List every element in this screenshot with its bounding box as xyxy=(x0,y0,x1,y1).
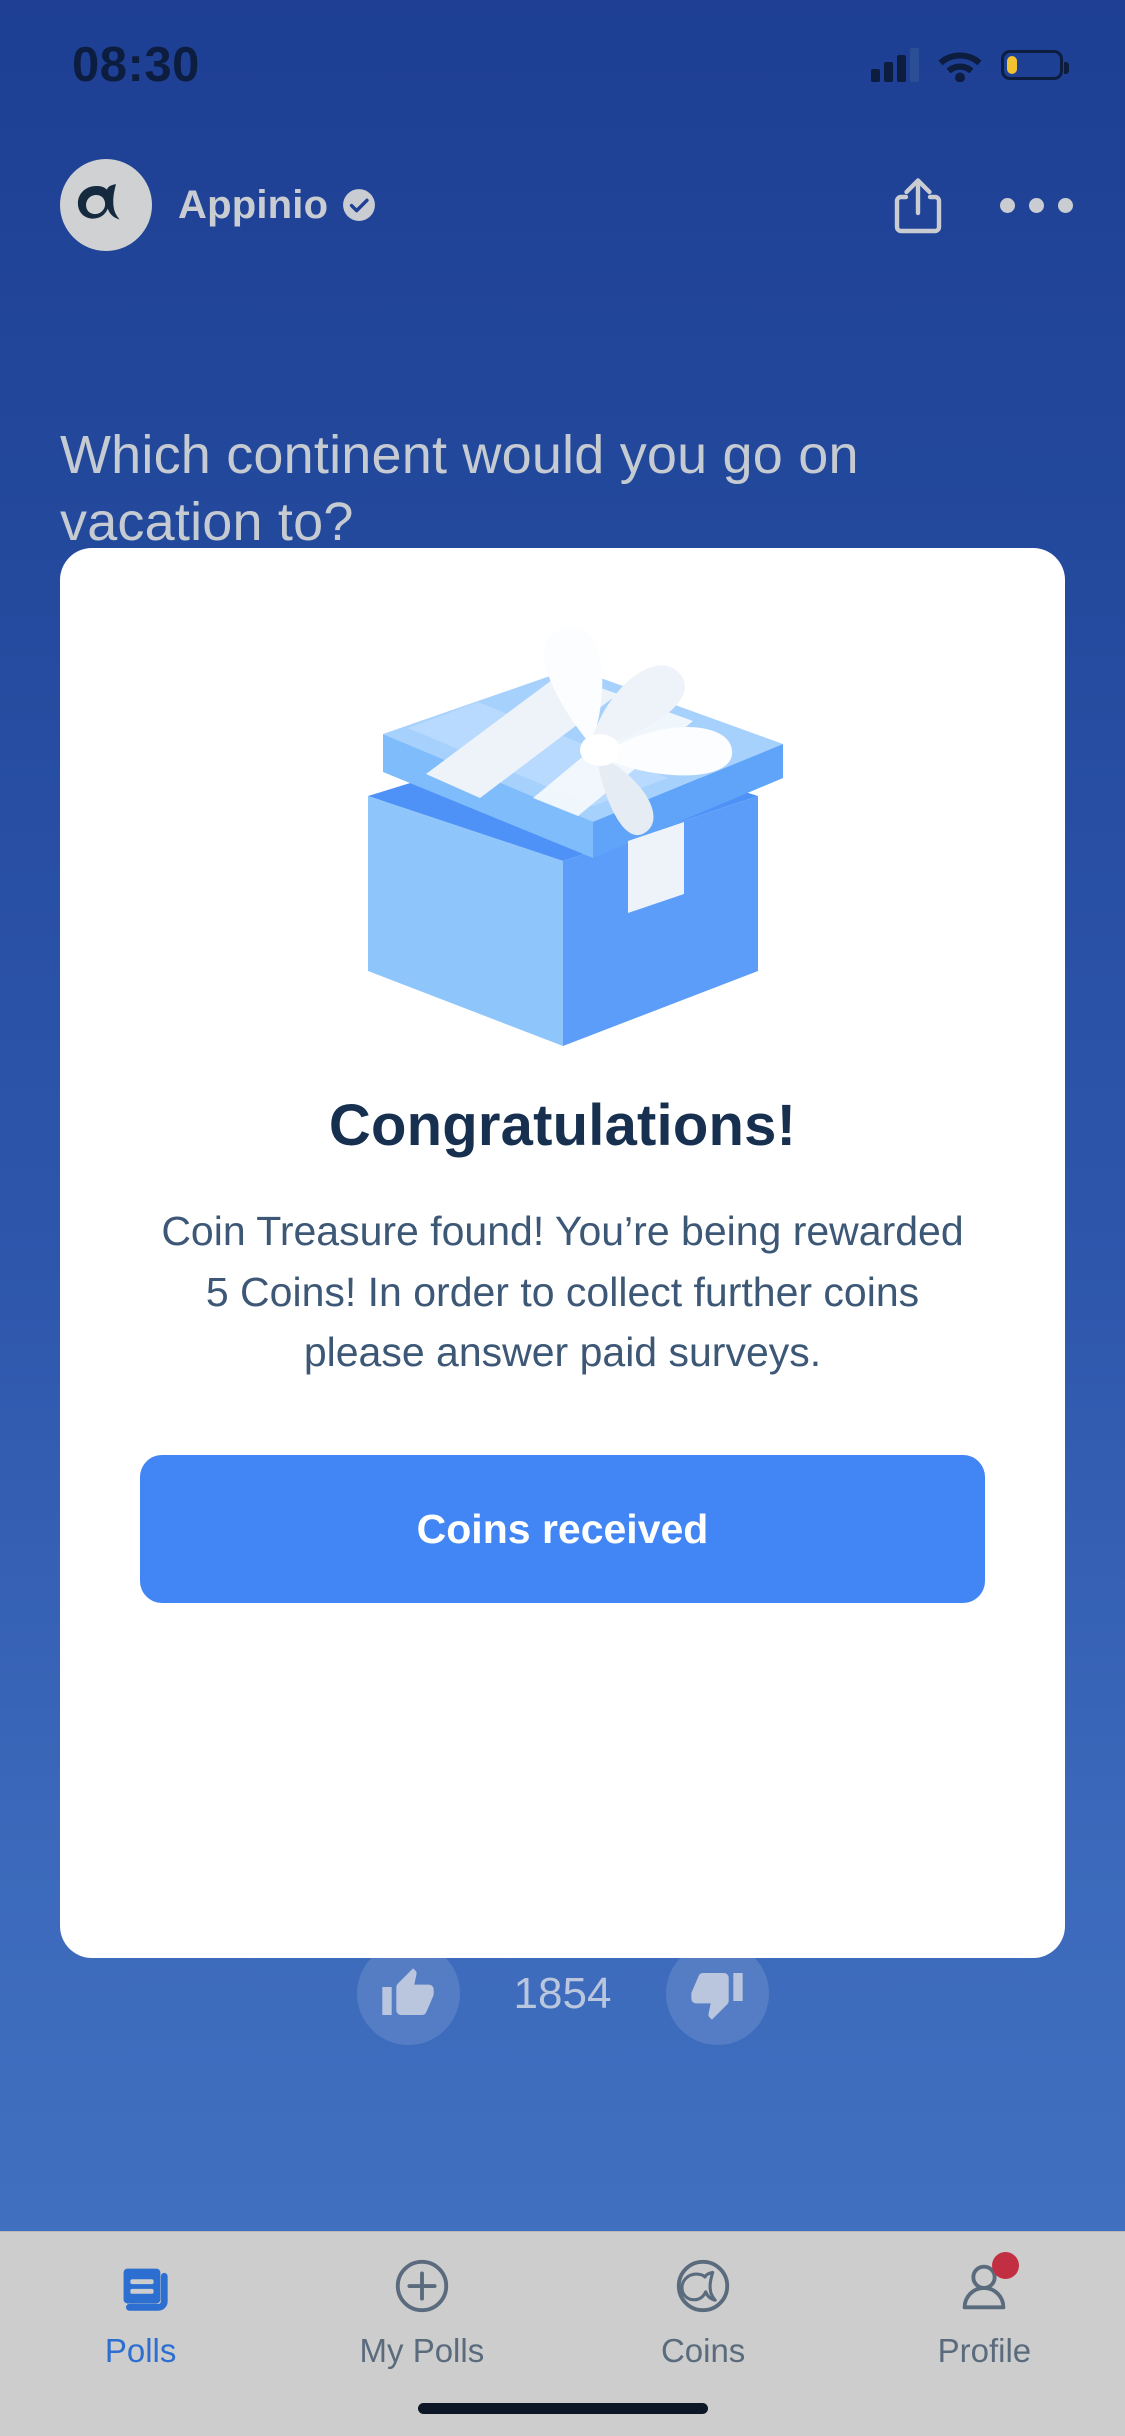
modal-body-text: Coin Treasure found! You’re being reward… xyxy=(161,1208,964,1376)
poll-question: Which continent would you go on vacation… xyxy=(60,425,859,552)
modal-title: Congratulations! xyxy=(328,1093,797,1158)
tab-my-polls[interactable]: My Polls xyxy=(281,2254,562,2370)
app-screen: 08:30 Appinio Which continent would you … xyxy=(0,0,1125,2436)
tab-label-profile: Profile xyxy=(937,2332,1032,2369)
verified-check-icon xyxy=(343,189,376,221)
vote-row: 1854 xyxy=(0,1942,1125,2045)
cellular-signal-icon xyxy=(871,48,919,82)
wifi-icon xyxy=(938,52,982,82)
tab-profile[interactable]: Profile xyxy=(844,2252,1125,2370)
plus-circle-icon xyxy=(391,2254,453,2318)
appinio-logo-avatar[interactable] xyxy=(60,159,152,251)
upvote-button[interactable] xyxy=(356,1942,460,2045)
brand-name: Appinio xyxy=(178,182,329,227)
appinio-a-glyph xyxy=(77,184,120,220)
person-icon xyxy=(953,2252,1020,2318)
share-icon xyxy=(894,178,942,234)
tab-label-my-polls: My Polls xyxy=(359,2332,485,2369)
battery-low-icon xyxy=(1001,50,1069,80)
tab-polls[interactable]: Polls xyxy=(0,2254,281,2370)
polls-stack-icon xyxy=(110,2254,172,2318)
thumbs-up-icon xyxy=(382,1967,434,2015)
poll-header: Appinio xyxy=(0,150,1125,260)
coins-received-button[interactable]: Coins received xyxy=(140,1455,985,1604)
status-bar: 08:30 xyxy=(0,0,1125,130)
status-indicators xyxy=(871,48,1069,82)
tab-label-polls: Polls xyxy=(104,2332,177,2369)
thumbs-down-icon xyxy=(691,1972,743,2020)
tab-label-coins: Coins xyxy=(660,2332,746,2369)
downvote-button[interactable] xyxy=(665,1942,769,2045)
share-button[interactable] xyxy=(892,175,1000,235)
status-time: 08:30 xyxy=(72,38,200,92)
appinio-coin-icon xyxy=(672,2254,734,2318)
more-options-button[interactable] xyxy=(1000,197,1073,213)
brand-block: Appinio xyxy=(178,183,376,228)
more-options-icon xyxy=(1000,197,1015,213)
open-gift-box-icon xyxy=(328,626,798,1056)
reward-modal: Congratulations! Coin Treasure found! Yo… xyxy=(60,548,1065,1958)
tab-coins[interactable]: Coins xyxy=(563,2254,844,2370)
home-indicator xyxy=(417,2403,708,2414)
vote-count: 1854 xyxy=(513,1968,612,2018)
